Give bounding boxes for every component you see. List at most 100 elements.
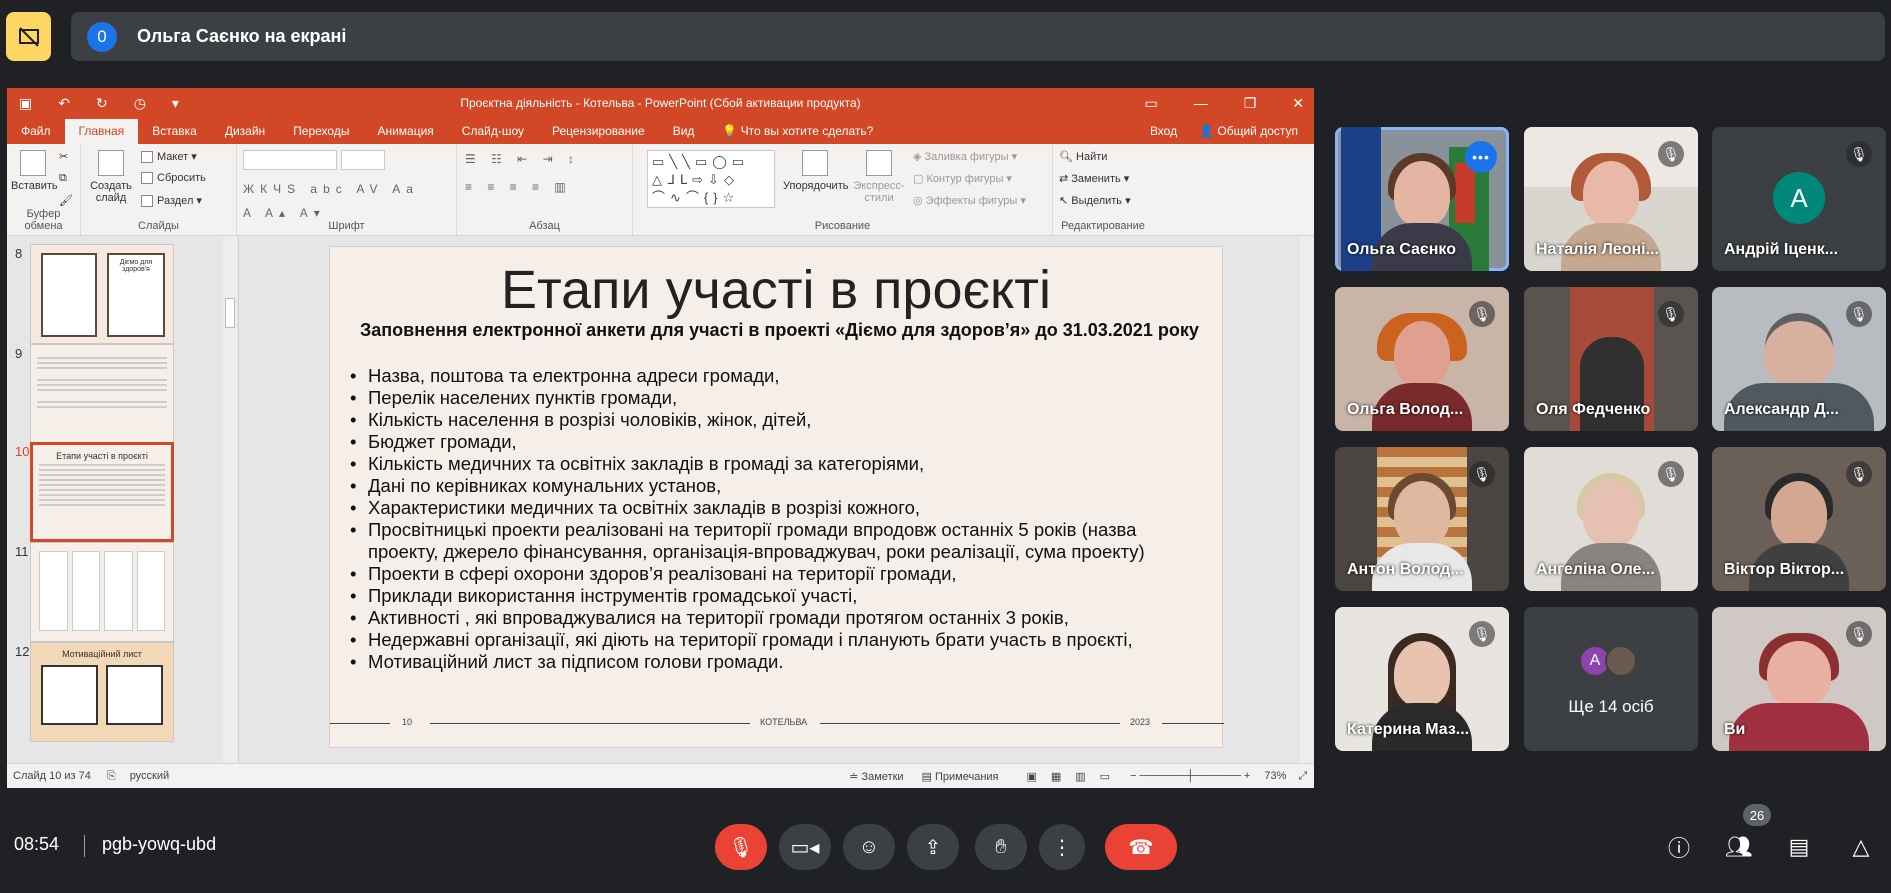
comments-label: Примечания [934, 770, 999, 783]
replace-label: Заменить [1071, 173, 1121, 185]
customize-qat-icon[interactable]: ▾ [172, 95, 179, 112]
new-slide-button[interactable]: Создать слайд [87, 150, 135, 204]
slide-counter: Слайд 10 из 74 [13, 770, 91, 782]
participant-tile[interactable]: 🎙︎ Ольга Волод... [1335, 287, 1509, 431]
cut-icon[interactable]: ✂ [59, 150, 68, 163]
bullet-item: Приклади використання інструментів грома… [350, 585, 1210, 607]
raise-hand-button[interactable]: ✋︎ [975, 824, 1027, 870]
list-buttons[interactable]: ☰ ☷ ⇤ ⇥ ↕ [465, 152, 580, 166]
shape-outline-button[interactable]: ▢ Контур фигуры ▾ [913, 172, 1012, 185]
restore-icon[interactable]: ❐ [1244, 95, 1257, 112]
fit-slide-icon[interactable]: ⤢ [1298, 770, 1307, 783]
participant-tile[interactable]: 🎙︎ Александр Д... [1712, 287, 1886, 431]
view-buttons[interactable]: ▣▦▥▭ [1027, 770, 1125, 783]
mic-toggle-button[interactable]: 🎙︎ [715, 824, 767, 870]
redo-icon[interactable]: ↻ [96, 95, 108, 112]
tell-me-search[interactable]: 💡 Что вы хотите сделать? [708, 124, 887, 144]
font-size-field[interactable] [341, 150, 385, 170]
more-options-icon[interactable]: ••• [1465, 141, 1497, 173]
paste-button[interactable]: Вставить [11, 150, 58, 192]
shape-fill-button[interactable]: ◈ Заливка фигуры ▾ [913, 150, 1017, 163]
notes-label: Заметки [861, 770, 904, 783]
participant-tile[interactable]: 🎙︎ Наталія Леоні... [1524, 127, 1698, 271]
end-call-button[interactable]: ☎ [1105, 824, 1177, 870]
shapes-gallery[interactable]: ▭╲╲▭◯▭ △ᒧᒪ⇨⇩◇ ⌒∿⌒{}☆ [647, 150, 775, 208]
people-button[interactable]: 👥︎ [1722, 830, 1756, 864]
share-button[interactable]: 👤 Общий доступ [1199, 124, 1298, 138]
tab-design[interactable]: Дизайн [211, 124, 279, 144]
tab-view[interactable]: Вид [659, 124, 709, 144]
meeting-details-button[interactable]: ⓘ [1662, 830, 1696, 864]
reset-button[interactable]: Сбросить [141, 172, 206, 185]
participant-tile[interactable]: 🎙︎ Оля Федченко [1524, 287, 1698, 431]
thumbnail-scrollbar[interactable] [223, 236, 237, 763]
participant-tile[interactable]: ••• Ольга Саєнко [1335, 127, 1509, 271]
slide-thumbnail[interactable]: Мотиваційний лист [30, 642, 174, 742]
present-screen-button[interactable]: ⇪ [907, 824, 959, 870]
language-label[interactable]: русский [130, 770, 169, 782]
layout-icon [141, 151, 153, 164]
shape-fill-label: Заливка фигуры [924, 151, 1009, 163]
tab-file[interactable]: Файл [7, 124, 65, 144]
presenting-icon[interactable] [6, 12, 51, 61]
find-button[interactable]: 🔍︎ Найти [1059, 150, 1107, 163]
people-count-badge: 26 [1743, 804, 1771, 826]
spellcheck-icon[interactable]: ⎘ [107, 770, 116, 783]
slide-canvas[interactable]: Етапи участі в проєкті Заповнення електр… [329, 246, 1224, 748]
participant-tile[interactable]: 🎙︎ Ангеліна Оле... [1524, 447, 1698, 591]
zoom-slider[interactable]: − ──────┼────── + [1130, 770, 1250, 782]
undo-icon[interactable]: ↶ [58, 95, 70, 112]
close-icon[interactable]: ✕ [1292, 95, 1304, 112]
ppt-statusbar: Слайд 10 из 74 ⎘ русский ≐ Заметки ▤ При… [7, 763, 1314, 788]
participant-tile[interactable]: 🎙︎ Віктор Віктор... [1712, 447, 1886, 591]
tab-insert[interactable]: Вставка [138, 124, 211, 144]
mic-off-icon: 🎙︎ [1846, 621, 1872, 647]
section-button[interactable]: Раздел ▾ [141, 194, 202, 208]
signin-link[interactable]: Вход [1150, 124, 1177, 138]
minimize-icon[interactable]: — [1194, 95, 1208, 112]
chat-button[interactable]: ▤ [1782, 830, 1816, 864]
participant-tile[interactable]: А 🎙︎ Андрій Іценк... [1712, 127, 1886, 271]
slide-scrollbar[interactable] [1300, 236, 1314, 763]
phone-hangup-icon: ☎ [1128, 836, 1154, 859]
activities-button[interactable]: △ [1844, 830, 1878, 864]
tab-home[interactable]: Главная [64, 119, 139, 144]
tab-transitions[interactable]: Переходы [279, 124, 363, 144]
quick-styles-button[interactable]: Экспресс-стили [851, 150, 907, 204]
font-name-field[interactable] [243, 150, 337, 170]
slideshow-start-icon[interactable]: ◷ [134, 95, 146, 112]
save-icon[interactable]: ▣ [19, 95, 32, 112]
slide-thumbnail[interactable] [30, 542, 174, 642]
layout-button[interactable]: Макет ▾ [141, 150, 197, 164]
font-color-buttons[interactable]: A A▴ A▾ [243, 206, 326, 220]
more-participants-tile[interactable]: А Ще 14 осіб [1524, 607, 1698, 751]
participant-tile[interactable]: 🎙︎ Катерина Маз... [1335, 607, 1509, 751]
participant-name: Наталія Леоні... [1536, 241, 1659, 258]
footer-location: КОТЕЛЬВА [760, 717, 808, 727]
emoji-icon: ☺ [858, 835, 880, 858]
select-button[interactable]: ↖ Выделить ▾ [1059, 194, 1131, 207]
notes-button[interactable]: ≐ Заметки [849, 770, 903, 783]
participant-tile[interactable]: 🎙︎ Антон Волод... [1335, 447, 1509, 591]
tab-review[interactable]: Рецензирование [538, 124, 659, 144]
tab-slideshow[interactable]: Слайд-шоу [448, 124, 538, 144]
participant-tile[interactable]: 🎙︎ Ви [1712, 607, 1886, 751]
align-buttons[interactable]: ≡ ≡ ≡ ≡ ▥ [465, 180, 572, 194]
format-painter-icon[interactable]: 🖌 [59, 194, 73, 207]
chat-icon: ▤ [1788, 834, 1810, 859]
ribbon-display-icon[interactable]: ▭ [1144, 95, 1157, 112]
more-options-button[interactable]: ⋮ [1039, 824, 1085, 870]
zoom-level[interactable]: 73% [1264, 770, 1286, 782]
arrange-button[interactable]: Упорядочить [783, 150, 848, 192]
comments-button[interactable]: ▤ Примечания [922, 770, 999, 783]
copy-icon[interactable]: ⧉ [59, 172, 67, 185]
camera-toggle-button[interactable]: ▭◂ [779, 824, 831, 870]
tab-animations[interactable]: Анимация [363, 124, 447, 144]
slide-thumbnail[interactable]: Діємо для здоров'я [30, 244, 174, 344]
slide-thumbnail[interactable] [30, 344, 174, 444]
reactions-button[interactable]: ☺ [843, 824, 895, 870]
shape-effects-button[interactable]: ◎ Эффекты фигуры ▾ [913, 194, 1026, 207]
font-format-buttons[interactable]: ЖКЧS abc AV Aa [243, 182, 419, 196]
replace-button[interactable]: ⇄ Заменить ▾ [1059, 172, 1129, 185]
slide-thumbnail-selected[interactable]: Етапи участі в проєкті [30, 442, 174, 542]
